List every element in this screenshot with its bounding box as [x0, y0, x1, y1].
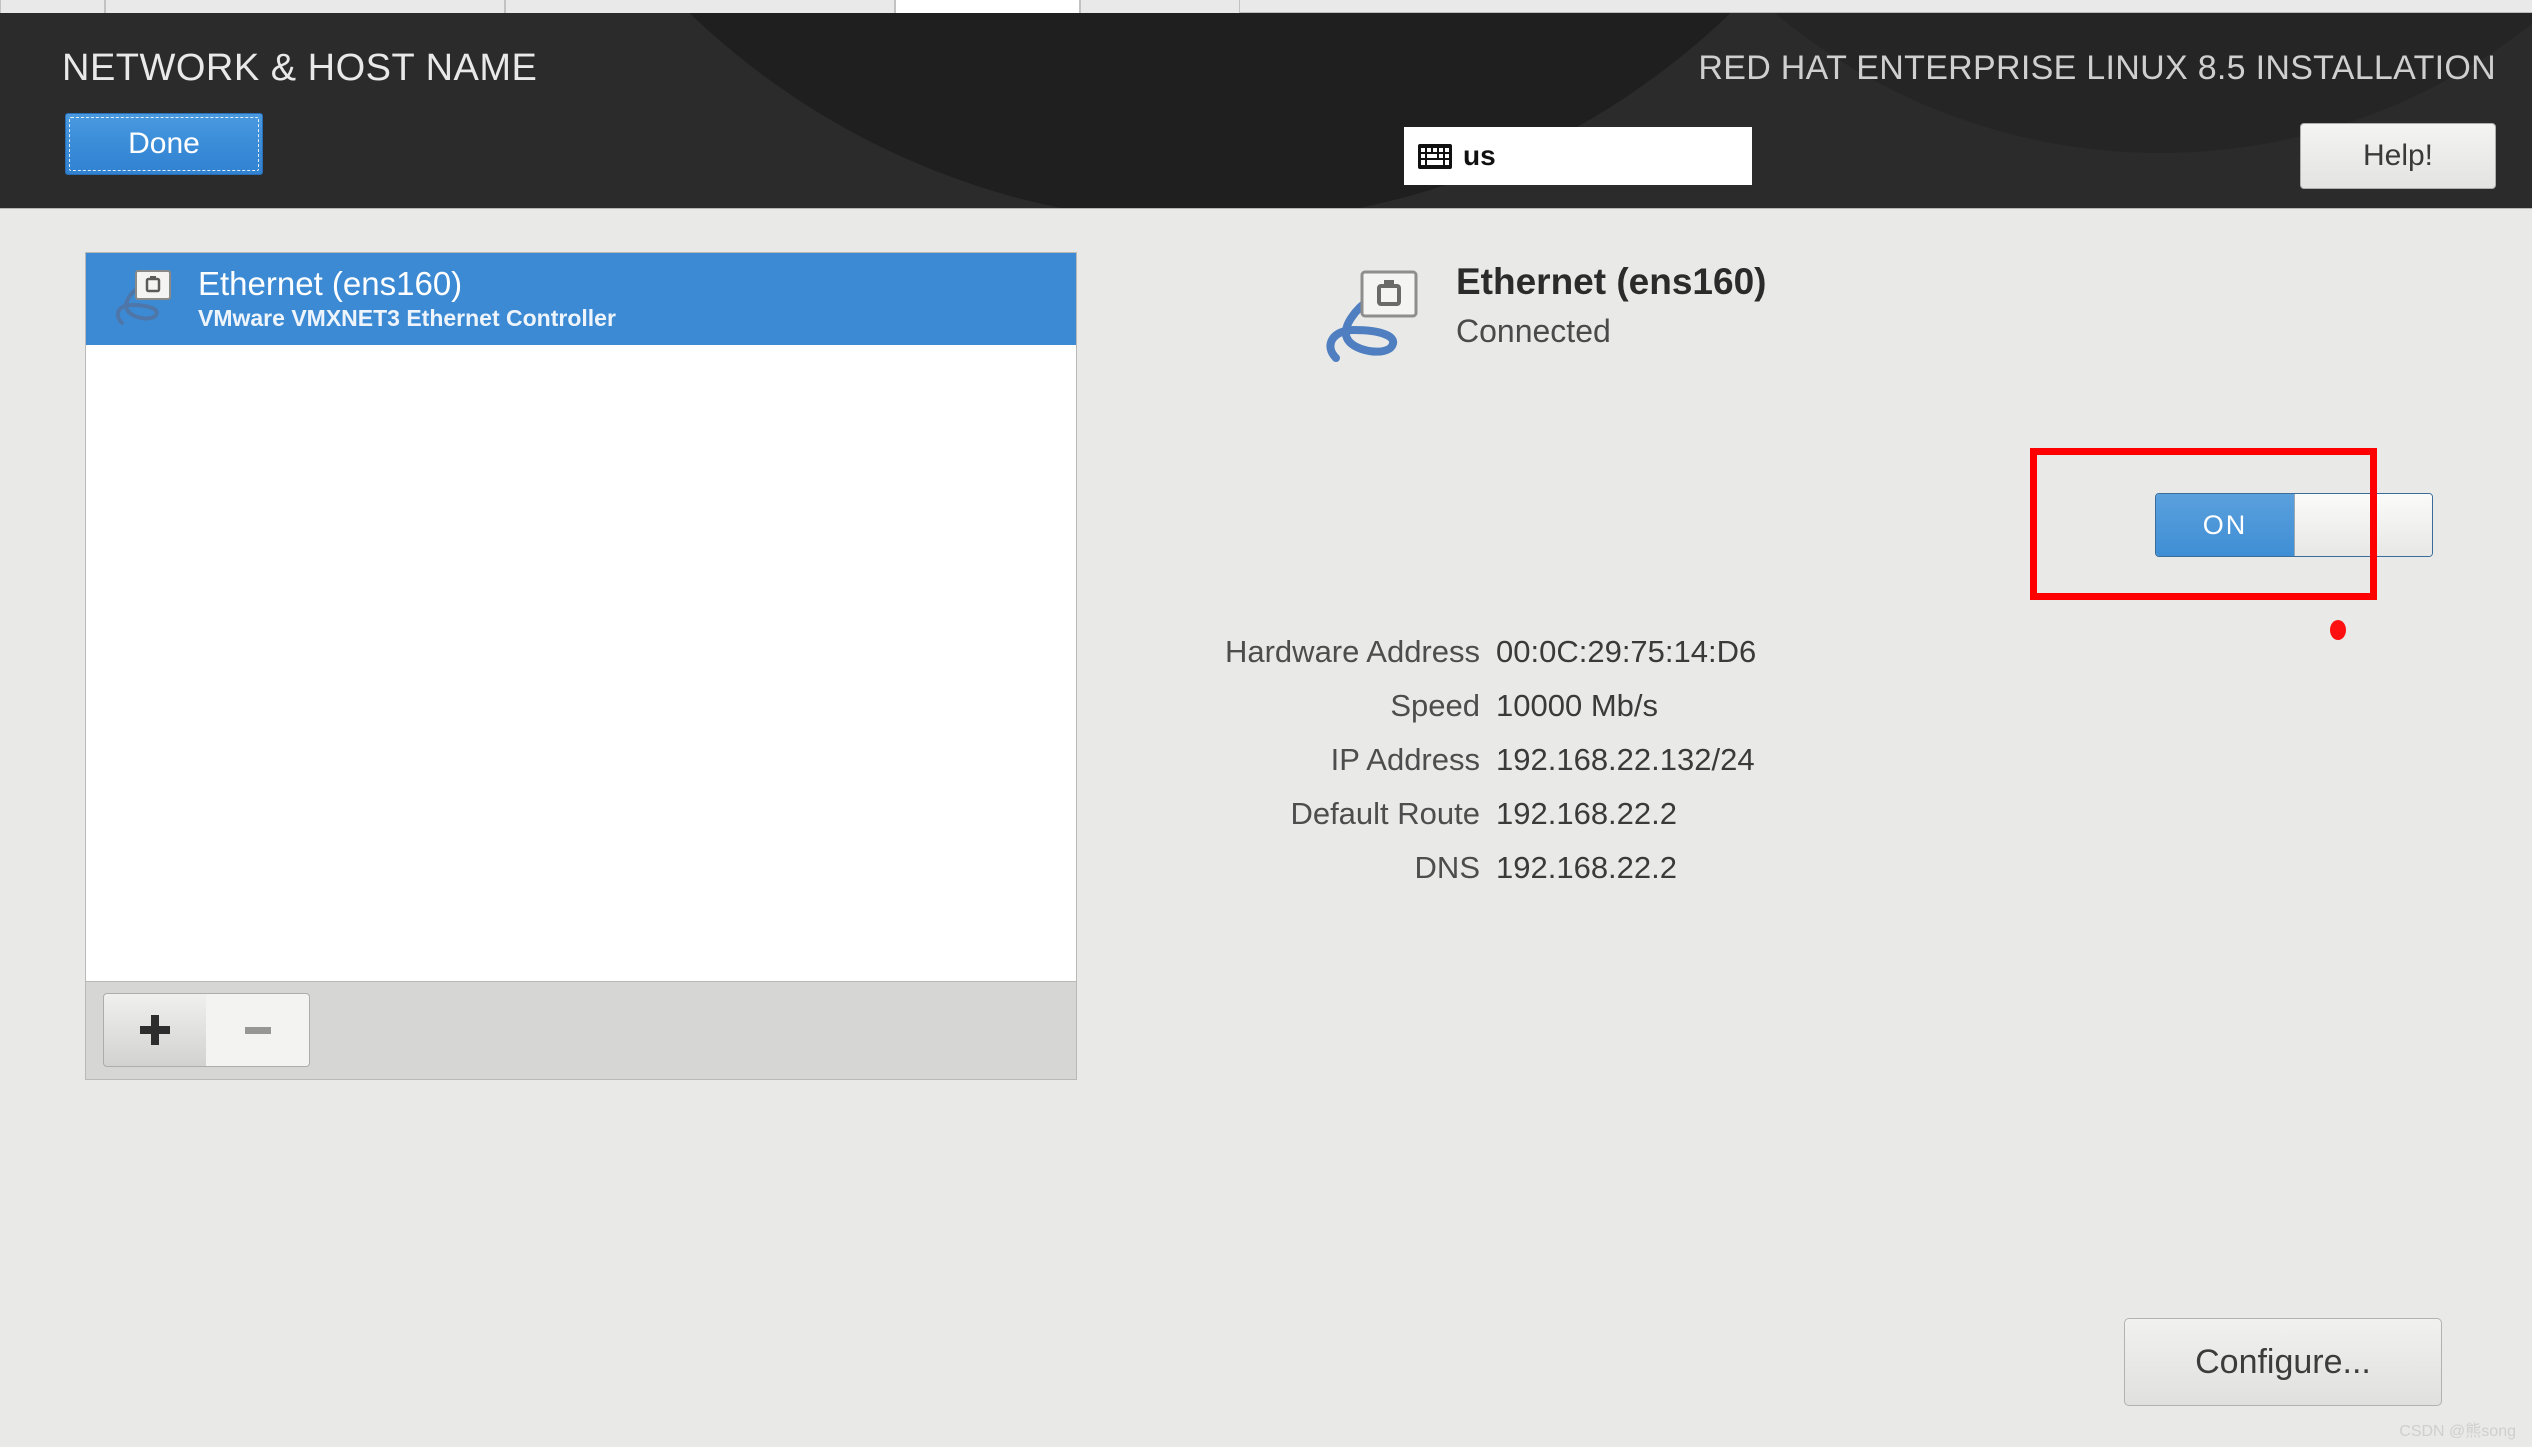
device-detail-header: Ethernet (ens160) Connected: [1318, 254, 1767, 378]
browser-tab[interactable]: [0, 0, 105, 13]
list-item-text: Ethernet (ens160) VMware VMXNET3 Etherne…: [198, 265, 616, 333]
device-detail-name: Ethernet (ens160): [1456, 261, 1767, 302]
info-label: DNS: [1414, 850, 1480, 885]
page-title: NETWORK & HOST NAME: [62, 47, 538, 89]
info-value: 00:0C:29:75:14:D6: [1496, 634, 1757, 669]
browser-tab[interactable]: [105, 0, 505, 13]
network-device-list[interactable]: Ethernet (ens160) VMware VMXNET3 Etherne…: [85, 252, 1077, 982]
info-value: 192.168.22.2: [1496, 850, 1678, 885]
list-item-title: Ethernet (ens160): [198, 265, 463, 303]
info-label: Default Route: [1290, 796, 1480, 831]
info-row-speed: Speed 10000 Mb/s: [1000, 688, 2000, 724]
info-label: Hardware Address: [1224, 634, 1480, 669]
keyboard-layout-label: us: [1463, 140, 1496, 171]
info-row-dns: DNS 192.168.22.2: [1000, 850, 2000, 886]
minus-icon: [244, 1026, 271, 1034]
configure-button[interactable]: Configure...: [2124, 1318, 2442, 1406]
browser-tab[interactable]: [1080, 0, 1240, 13]
done-button[interactable]: Done: [65, 113, 263, 175]
add-device-button[interactable]: [103, 993, 207, 1067]
info-label: Speed: [1390, 688, 1480, 723]
network-toggle-on-label: ON: [2156, 494, 2294, 556]
watermark: CSDN @熊song: [2399, 1423, 2516, 1440]
keyboard-icon: [1418, 143, 1452, 169]
help-button-label: Help!: [2362, 139, 2434, 172]
help-button[interactable]: Help!: [2300, 123, 2496, 189]
info-value: 192.168.22.2: [1496, 796, 1678, 831]
browser-tab[interactable]: [505, 0, 895, 13]
annotation-dot: [2330, 620, 2346, 640]
info-label: IP Address: [1330, 742, 1480, 777]
ethernet-icon: [1318, 260, 1436, 378]
keyboard-layout-indicator[interactable]: us: [1404, 127, 1752, 185]
installer-screen: NETWORK & HOST NAME RED HAT ENTERPRISE L…: [0, 0, 2532, 1447]
installer-header: NETWORK & HOST NAME RED HAT ENTERPRISE L…: [0, 13, 2532, 209]
device-list-toolbar: [85, 982, 1077, 1080]
done-button-label: Done: [128, 127, 200, 160]
configure-button-label: Configure...: [2195, 1342, 2371, 1381]
info-row-hardware-address: Hardware Address 00:0C:29:75:14:D6: [1000, 634, 2000, 670]
main-content: Ethernet (ens160) VMware VMXNET3 Etherne…: [0, 210, 2532, 1447]
list-item-subtitle: VMware VMXNET3 Ethernet Controller: [198, 305, 616, 332]
device-info-table: Hardware Address 00:0C:29:75:14:D6 Speed…: [1000, 634, 2000, 904]
product-title: RED HAT ENTERPRISE LINUX 8.5 INSTALLATIO…: [1698, 49, 2496, 87]
info-row-default-route: Default Route 192.168.22.2: [1000, 796, 2000, 832]
network-toggle[interactable]: ON: [2155, 493, 2433, 557]
plus-icon: [140, 1015, 170, 1045]
info-value: 192.168.22.132/24: [1496, 742, 1755, 777]
remove-device-button[interactable]: [206, 993, 310, 1067]
list-item-ethernet[interactable]: Ethernet (ens160) VMware VMXNET3 Etherne…: [86, 253, 1076, 345]
info-row-ip-address: IP Address 192.168.22.132/24: [1000, 742, 2000, 778]
browser-tabstrip: [0, 0, 2532, 13]
ethernet-icon: [108, 261, 184, 337]
network-toggle-knob[interactable]: [2294, 494, 2432, 556]
browser-tab-active[interactable]: [895, 0, 1080, 13]
device-detail-status: Connected: [1456, 312, 1611, 349]
device-detail-text: Ethernet (ens160) Connected: [1456, 254, 1767, 350]
info-value: 10000 Mb/s: [1496, 688, 1658, 723]
